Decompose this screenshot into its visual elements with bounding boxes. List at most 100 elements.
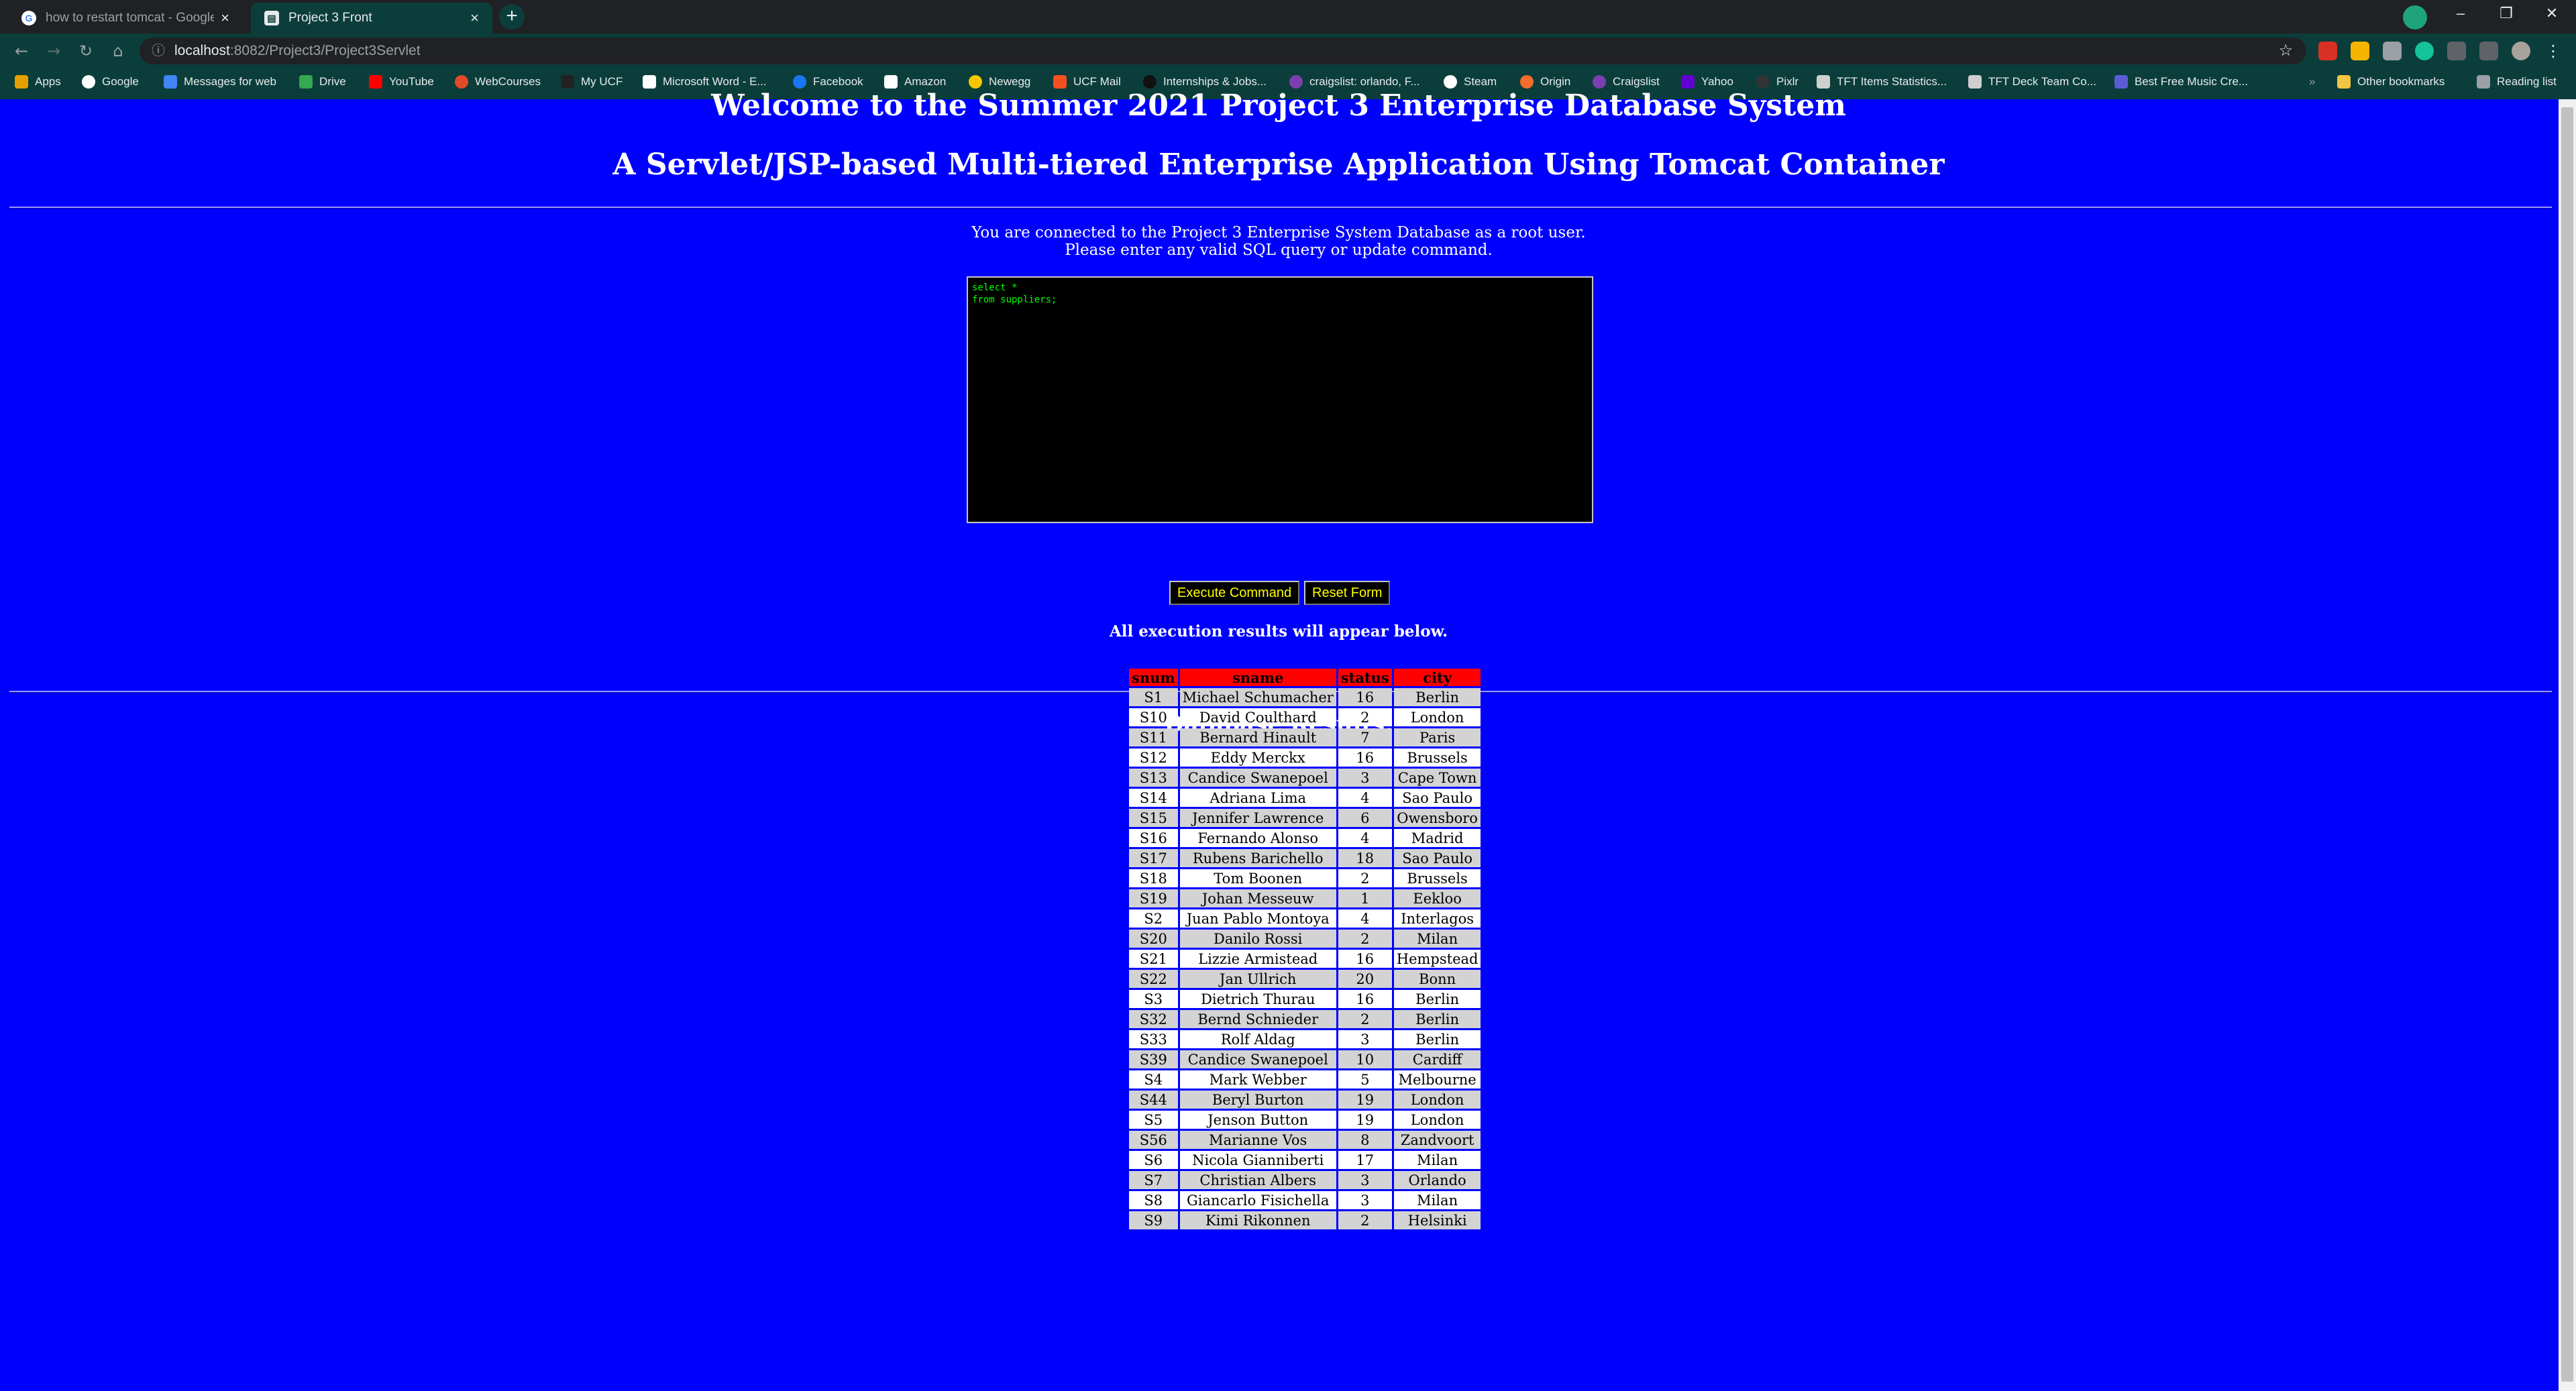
- bookmark-facebook[interactable]: Facebook: [793, 75, 863, 89]
- reset-form-button[interactable]: Reset Form: [1304, 581, 1391, 605]
- close-icon[interactable]: ×: [221, 9, 229, 27]
- bookmark-amazon[interactable]: Amazon: [884, 75, 946, 89]
- reading-list-icon[interactable]: [2479, 42, 2498, 60]
- bookmark-messages[interactable]: Messages for web: [164, 75, 276, 89]
- minimize-button[interactable]: –: [2438, 0, 2483, 27]
- bookmark-star-icon[interactable]: ☆: [2278, 38, 2293, 64]
- bookmark-yahoo[interactable]: Yahoo: [1681, 75, 1733, 89]
- account-icon[interactable]: [2403, 5, 2427, 30]
- bookmark-webcourses[interactable]: WebCourses: [455, 75, 541, 89]
- cell-city: Helsinki: [1393, 1211, 1481, 1229]
- maximize-button[interactable]: ❐: [2483, 0, 2529, 27]
- table-row: S33 Rolf Aldag 3 Berlin: [1129, 1030, 1481, 1048]
- bookmark-my-ucf[interactable]: My UCF: [561, 75, 623, 89]
- table-row: S1 Michael Schumacher 16 Berlin: [1129, 688, 1481, 706]
- avatar[interactable]: [2512, 42, 2530, 60]
- bookmark-word[interactable]: Microsoft Word - E...: [643, 75, 767, 89]
- cell-snum: S15: [1129, 809, 1178, 827]
- bookmark-craigslist[interactable]: Craigslist: [1593, 75, 1660, 89]
- table-row: S22 Jan Ullrich 20 Bonn: [1129, 970, 1481, 988]
- cell-city: Milan: [1393, 930, 1481, 948]
- home-icon[interactable]: ⌂: [106, 39, 130, 63]
- cell-city: Madrid: [1393, 829, 1481, 847]
- cell-city: Sao Paulo: [1393, 849, 1481, 867]
- cell-sname: David Coulthard: [1179, 708, 1336, 726]
- cell-city: Milan: [1393, 1191, 1481, 1209]
- reading-list[interactable]: Reading list: [2477, 75, 2557, 89]
- cell-sname: Tom Boonen: [1179, 869, 1336, 887]
- column-header-snum: snum: [1129, 669, 1178, 686]
- table-row: S8 Giancarlo Fisichella 3 Milan: [1129, 1191, 1481, 1209]
- scrollbar-thumb[interactable]: [2561, 107, 2573, 1382]
- bookmark-google[interactable]: Google: [82, 75, 139, 89]
- cell-status: 17: [1338, 1151, 1392, 1169]
- cell-sname: Jenson Button: [1179, 1111, 1336, 1129]
- bookmark-steam[interactable]: Steam: [1444, 75, 1497, 89]
- extension-icon[interactable]: [2351, 42, 2369, 60]
- cell-snum: S39: [1129, 1050, 1178, 1068]
- execute-command-button[interactable]: Execute Command: [1169, 581, 1300, 605]
- cell-status: 8: [1338, 1131, 1392, 1149]
- cell-sname: Bernd Schnieder: [1179, 1010, 1336, 1028]
- music-icon: [2114, 75, 2128, 89]
- table-row: S16 Fernando Alonso 4 Madrid: [1129, 829, 1481, 847]
- bookmark-drive[interactable]: Drive: [299, 75, 346, 89]
- tab-google-search[interactable]: G how to restart tomcat - Google S ×: [8, 3, 243, 34]
- adblock-icon[interactable]: [2318, 42, 2337, 60]
- cell-sname: Danilo Rossi: [1179, 930, 1336, 948]
- back-arrow-icon[interactable]: ←: [9, 39, 34, 63]
- google-icon: G: [21, 11, 36, 25]
- cell-sname: Giancarlo Fisichella: [1179, 1191, 1336, 1209]
- table-row: S56 Marianne Vos 8 Zandvoort: [1129, 1131, 1481, 1149]
- connection-message: You are connected to the Project 3 Enter…: [971, 224, 1586, 241]
- cell-snum: S4: [1129, 1070, 1178, 1089]
- cell-status: 3: [1338, 769, 1392, 787]
- bookmark-music[interactable]: Best Free Music Cre...: [2114, 75, 2248, 89]
- chevron-right-icon[interactable]: »: [2309, 75, 2315, 89]
- close-window-button[interactable]: ✕: [2529, 0, 2575, 27]
- close-icon[interactable]: ×: [470, 9, 479, 27]
- extension-icon[interactable]: [2383, 42, 2402, 60]
- new-tab-button[interactable]: +: [499, 4, 525, 30]
- grammarly-icon[interactable]: [2415, 42, 2434, 60]
- cell-sname: Rolf Aldag: [1179, 1030, 1336, 1048]
- bookmark-craigslist-orlando[interactable]: craigslist: orlando, F...: [1289, 75, 1419, 89]
- other-bookmarks[interactable]: Other bookmarks: [2337, 75, 2445, 89]
- table-row: S17 Rubens Barichello 18 Sao Paulo: [1129, 849, 1481, 867]
- cell-status: 2: [1338, 869, 1392, 887]
- puzzle-icon[interactable]: [2447, 42, 2466, 60]
- cell-snum: S19: [1129, 889, 1178, 907]
- menu-kebab-icon[interactable]: ⋮: [2544, 42, 2563, 60]
- bookmark-tft-items[interactable]: TFT Items Statistics...: [1817, 75, 1947, 89]
- bookmark-apps[interactable]: Apps: [15, 75, 61, 89]
- forward-arrow-icon[interactable]: →: [42, 39, 66, 63]
- cell-snum: S56: [1129, 1131, 1178, 1149]
- cell-snum: S21: [1129, 950, 1178, 968]
- bookmark-origin[interactable]: Origin: [1520, 75, 1570, 89]
- address-bar[interactable]: ⓘ localhost:8082/Project3/Project3Servle…: [140, 38, 2306, 64]
- cell-city: Milan: [1393, 1151, 1481, 1169]
- origin-icon: [1520, 75, 1534, 89]
- bookmark-internships[interactable]: Internships & Jobs...: [1143, 75, 1267, 89]
- info-icon[interactable]: ⓘ: [152, 38, 165, 64]
- craigslist-icon: [1289, 75, 1303, 89]
- tab-project3-front[interactable]: ▤ Project 3 Front ×: [251, 3, 492, 34]
- sql-command-textarea[interactable]: select * from suppliers;: [967, 276, 1593, 523]
- craigslist-icon: [1593, 75, 1606, 89]
- bookmark-tft-deck[interactable]: TFT Deck Team Co...: [1968, 75, 2096, 89]
- bookmark-newegg[interactable]: Newegg: [969, 75, 1030, 89]
- bookmark-pixlr[interactable]: Pixlr: [1756, 75, 1799, 89]
- cell-sname: Michael Schumacher: [1179, 688, 1336, 706]
- bookmark-ucf-mail[interactable]: UCF Mail: [1053, 75, 1121, 89]
- cell-status: 16: [1338, 990, 1392, 1008]
- cell-status: 16: [1338, 748, 1392, 767]
- cell-status: 18: [1338, 849, 1392, 867]
- cell-snum: S33: [1129, 1030, 1178, 1048]
- cell-snum: S44: [1129, 1091, 1178, 1109]
- reload-icon[interactable]: ↻: [74, 39, 98, 63]
- table-row: S13 Candice Swanepoel 3 Cape Town: [1129, 769, 1481, 787]
- cell-city: Berlin: [1393, 688, 1481, 706]
- cell-status: 2: [1338, 930, 1392, 948]
- bookmark-youtube[interactable]: YouTube: [369, 75, 434, 89]
- cell-status: 5: [1338, 1070, 1392, 1089]
